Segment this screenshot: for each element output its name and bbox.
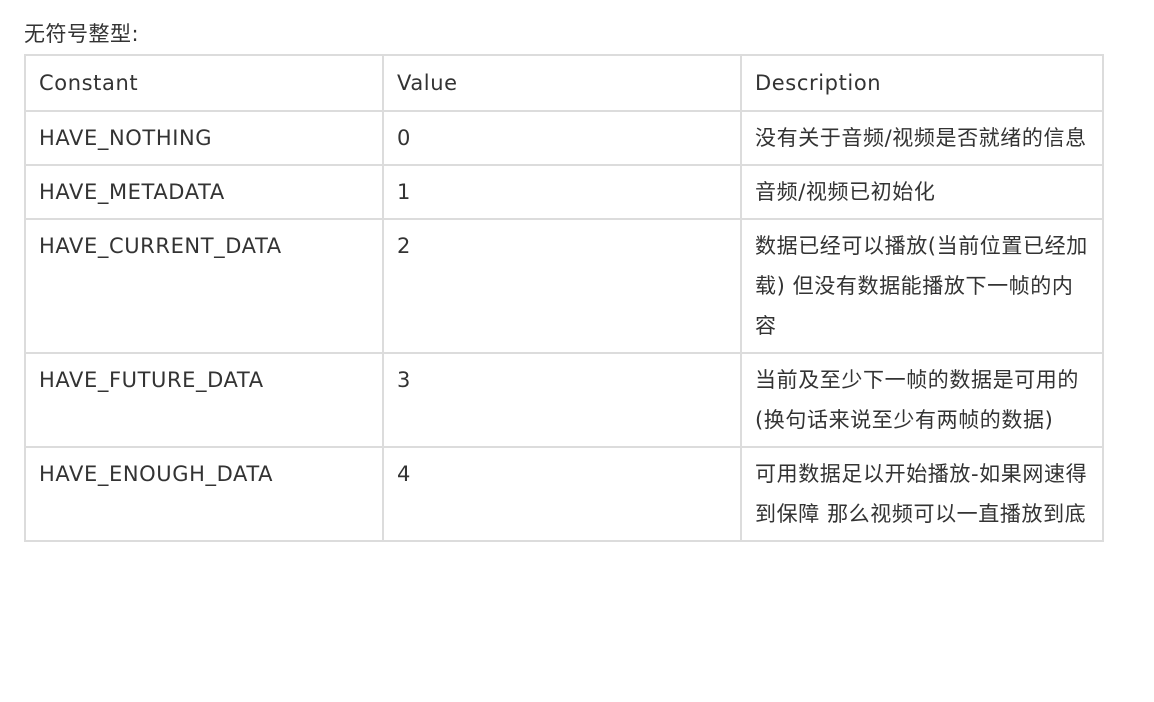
value-cell: 3 (382, 352, 742, 448)
value-cell: 2 (382, 218, 742, 354)
description-cell: 可用数据足以开始播放-如果网速得到保障 那么视频可以一直播放到底 (740, 446, 1104, 542)
value-cell: 0 (382, 110, 742, 166)
constant-cell: HAVE_ENOUGH_DATA (24, 446, 384, 542)
table-row: HAVE_FUTURE_DATA 3 当前及至少下一帧的数据是可用的(换句话来说… (24, 352, 1104, 448)
description-cell: 当前及至少下一帧的数据是可用的(换句话来说至少有两帧的数据) (740, 352, 1104, 448)
table-row: HAVE_ENOUGH_DATA 4 可用数据足以开始播放-如果网速得到保障 那… (24, 446, 1104, 542)
value-cell: 4 (382, 446, 742, 542)
constant-cell: HAVE_CURRENT_DATA (24, 218, 384, 354)
value-cell: 1 (382, 164, 742, 220)
constant-cell: HAVE_METADATA (24, 164, 384, 220)
column-header-constant: Constant (24, 54, 384, 112)
table-row: HAVE_CURRENT_DATA 2 数据已经可以播放(当前位置已经加载) 但… (24, 218, 1104, 354)
column-header-description: Description (740, 54, 1104, 112)
table-row: HAVE_NOTHING 0 没有关于音频/视频是否就绪的信息 (24, 110, 1104, 166)
description-cell: 音频/视频已初始化 (740, 164, 1104, 220)
ready-state-table: Constant Value Description HAVE_NOTHING … (24, 54, 1104, 542)
table-header-row: Constant Value Description (24, 54, 1104, 112)
column-header-value: Value (382, 54, 742, 112)
description-cell: 数据已经可以播放(当前位置已经加载) 但没有数据能播放下一帧的内容 (740, 218, 1104, 354)
table-row: HAVE_METADATA 1 音频/视频已初始化 (24, 164, 1104, 220)
constant-cell: HAVE_FUTURE_DATA (24, 352, 384, 448)
table-caption: 无符号整型: (24, 22, 140, 46)
constant-cell: HAVE_NOTHING (24, 110, 384, 166)
description-cell: 没有关于音频/视频是否就绪的信息 (740, 110, 1104, 166)
